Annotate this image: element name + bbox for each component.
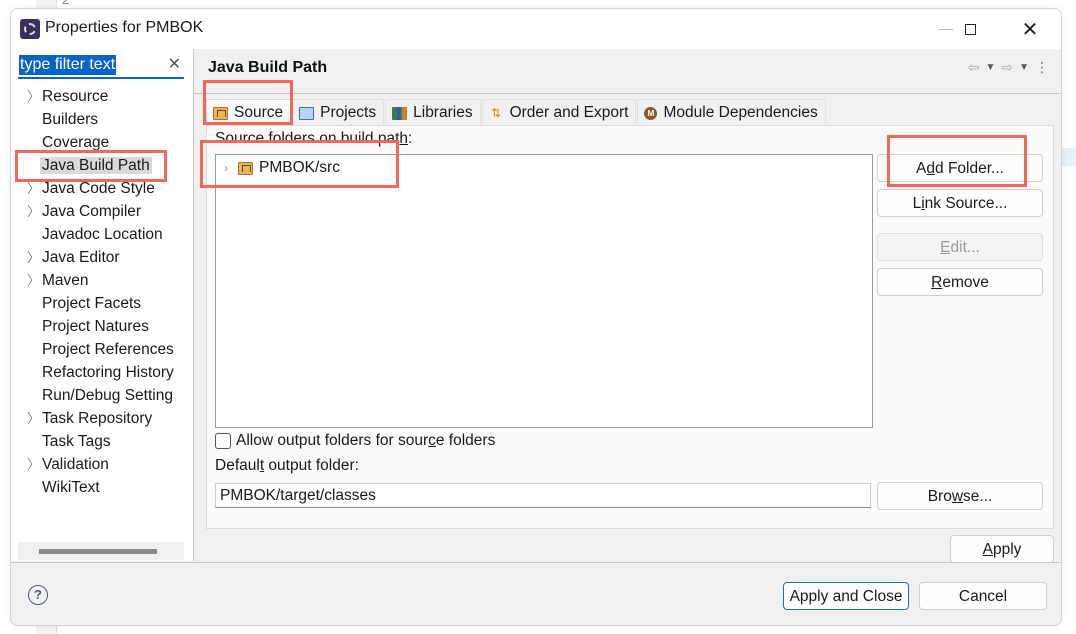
sidebar-item-refactoring-history[interactable]: Refactoring History xyxy=(11,361,193,384)
chevron-right-icon[interactable]: 〉 xyxy=(27,246,40,269)
sidebar-item-java-editor[interactable]: 〉 Java Editor xyxy=(11,246,193,269)
dialog-footer: ? Apply and Close Cancel xyxy=(11,562,1061,625)
tab-source[interactable]: Source xyxy=(206,99,292,126)
page-navigation: ⇦ ▼ ⇨ ▼ ⋮ xyxy=(968,59,1049,76)
link-source-button[interactable]: Link Source... xyxy=(877,189,1043,217)
properties-dialog: Properties for PMBOK ✕ type filter text … xyxy=(10,8,1062,626)
filter-input-text[interactable]: type filter text xyxy=(19,55,117,75)
build-path-tabs: Source Projects Libraries ⇅ Order and Exp… xyxy=(206,99,827,126)
sidebar-item-java-build-path[interactable]: Java Build Path xyxy=(11,154,193,177)
source-folder-icon xyxy=(238,161,253,175)
allow-output-folders-label: Allow output folders for source folders xyxy=(236,432,496,449)
chevron-right-icon[interactable]: › xyxy=(224,158,228,178)
sidebar-item-coverage[interactable]: Coverage xyxy=(11,131,193,154)
chevron-right-icon[interactable]: 〉 xyxy=(27,85,40,108)
window-title: Properties for PMBOK xyxy=(45,19,204,36)
sidebar-item-validation[interactable]: 〉 Validation xyxy=(11,453,193,476)
title-separator xyxy=(194,93,1061,94)
source-folder-label: PMBOK/src xyxy=(259,159,340,176)
filter-input[interactable]: type filter text ✕ xyxy=(18,53,184,79)
default-output-folder-label: Default output folder: xyxy=(215,457,359,474)
project-folder-icon xyxy=(299,106,315,120)
chevron-right-icon[interactable]: 〉 xyxy=(27,453,40,476)
edit-button[interactable]: Edit... xyxy=(877,233,1043,261)
source-folders-label: Source folders on build path: xyxy=(215,130,413,147)
cancel-button[interactable]: Cancel xyxy=(919,582,1047,610)
sidebar-item-project-facets[interactable]: Project Facets xyxy=(11,292,193,315)
sidebar-item-java-compiler[interactable]: 〉 Java Compiler xyxy=(11,200,193,223)
default-output-folder-input[interactable]: PMBOK/target/classes xyxy=(215,483,871,508)
sidebar-item-task-tags[interactable]: Task Tags xyxy=(11,430,193,453)
allow-output-folders-checkbox[interactable] xyxy=(215,433,231,449)
close-button[interactable]: ✕ xyxy=(1007,13,1053,45)
sidebar-horizontal-scrollbar[interactable] xyxy=(18,542,184,560)
chevron-right-icon[interactable]: 〉 xyxy=(27,177,40,200)
sidebar-item-java-code-style[interactable]: 〉 Java Code Style xyxy=(11,177,193,200)
chevron-right-icon[interactable]: 〉 xyxy=(27,407,40,430)
tab-module-dependencies[interactable]: M Module Dependencies xyxy=(637,99,826,126)
remove-button[interactable]: Remove xyxy=(877,268,1043,296)
page-title: Java Build Path xyxy=(208,59,328,76)
sidebar-item-maven[interactable]: 〉 Maven xyxy=(11,269,193,292)
chevron-right-icon[interactable]: 〉 xyxy=(27,269,40,292)
title-bar: Properties for PMBOK ✕ xyxy=(11,9,1061,49)
apply-and-close-button[interactable]: Apply and Close xyxy=(783,582,909,610)
tab-libraries[interactable]: Libraries xyxy=(385,99,481,126)
add-folder-button[interactable]: Add Folder... xyxy=(877,154,1043,182)
sidebar-item-resource[interactable]: 〉 Resource xyxy=(11,85,193,108)
apply-button[interactable]: Apply xyxy=(950,535,1054,563)
sidebar-item-project-references[interactable]: Project References xyxy=(11,338,193,361)
tab-projects[interactable]: Projects xyxy=(292,99,385,126)
preference-sidebar: type filter text ✕ 〉 Resource Builders Co… xyxy=(11,49,194,561)
forward-arrow-icon[interactable]: ⇨ xyxy=(1001,59,1013,76)
order-export-icon: ⇅ xyxy=(491,105,502,120)
allow-output-folders-option[interactable]: Allow output folders for source folders xyxy=(215,432,495,450)
source-folders-tree[interactable]: › PMBOK/src xyxy=(215,154,873,428)
back-dropdown-icon[interactable]: ▼ xyxy=(985,62,995,73)
libraries-icon xyxy=(392,106,408,120)
sidebar-item-project-natures[interactable]: Project Natures xyxy=(11,315,193,338)
forward-dropdown-icon[interactable]: ▼ xyxy=(1019,62,1029,73)
background-highlight xyxy=(1061,148,1076,166)
more-menu-icon[interactable]: ⋮ xyxy=(1035,59,1049,76)
help-icon[interactable]: ? xyxy=(28,585,48,605)
close-icon: ✕ xyxy=(1021,18,1039,41)
sidebar-item-builders[interactable]: Builders xyxy=(11,108,193,131)
sidebar-item-task-repository[interactable]: 〉 Task Repository xyxy=(11,407,193,430)
maximize-button[interactable] xyxy=(947,13,993,45)
java-build-path-page: Java Build Path ⇦ ▼ ⇨ ▼ ⋮ Source Project… xyxy=(194,49,1061,563)
source-tab-panel: Source folders on build path: › PMBOK/sr… xyxy=(206,125,1054,529)
back-arrow-icon[interactable]: ⇦ xyxy=(968,59,980,76)
sidebar-item-wikitext[interactable]: WikiText xyxy=(11,476,193,499)
browse-button[interactable]: Browse... xyxy=(877,482,1043,510)
sidebar-item-run-debug-settings[interactable]: Run/Debug Setting xyxy=(11,384,193,407)
eclipse-gear-icon xyxy=(20,19,40,39)
chevron-right-icon[interactable]: 〉 xyxy=(27,200,40,223)
clear-filter-icon[interactable]: ✕ xyxy=(168,54,181,74)
source-folder-entry[interactable]: › PMBOK/src xyxy=(224,158,340,178)
maximize-icon xyxy=(964,23,976,35)
source-folder-icon xyxy=(213,106,228,120)
tab-order-and-export[interactable]: ⇅ Order and Export xyxy=(481,99,637,126)
preference-tree: 〉 Resource Builders Coverage Java Build P… xyxy=(11,85,193,499)
sidebar-item-javadoc-location[interactable]: Javadoc Location xyxy=(11,223,193,246)
background-line-number: 2 xyxy=(62,0,69,7)
module-icon: M xyxy=(644,106,658,120)
scrollbar-thumb[interactable] xyxy=(39,549,157,554)
